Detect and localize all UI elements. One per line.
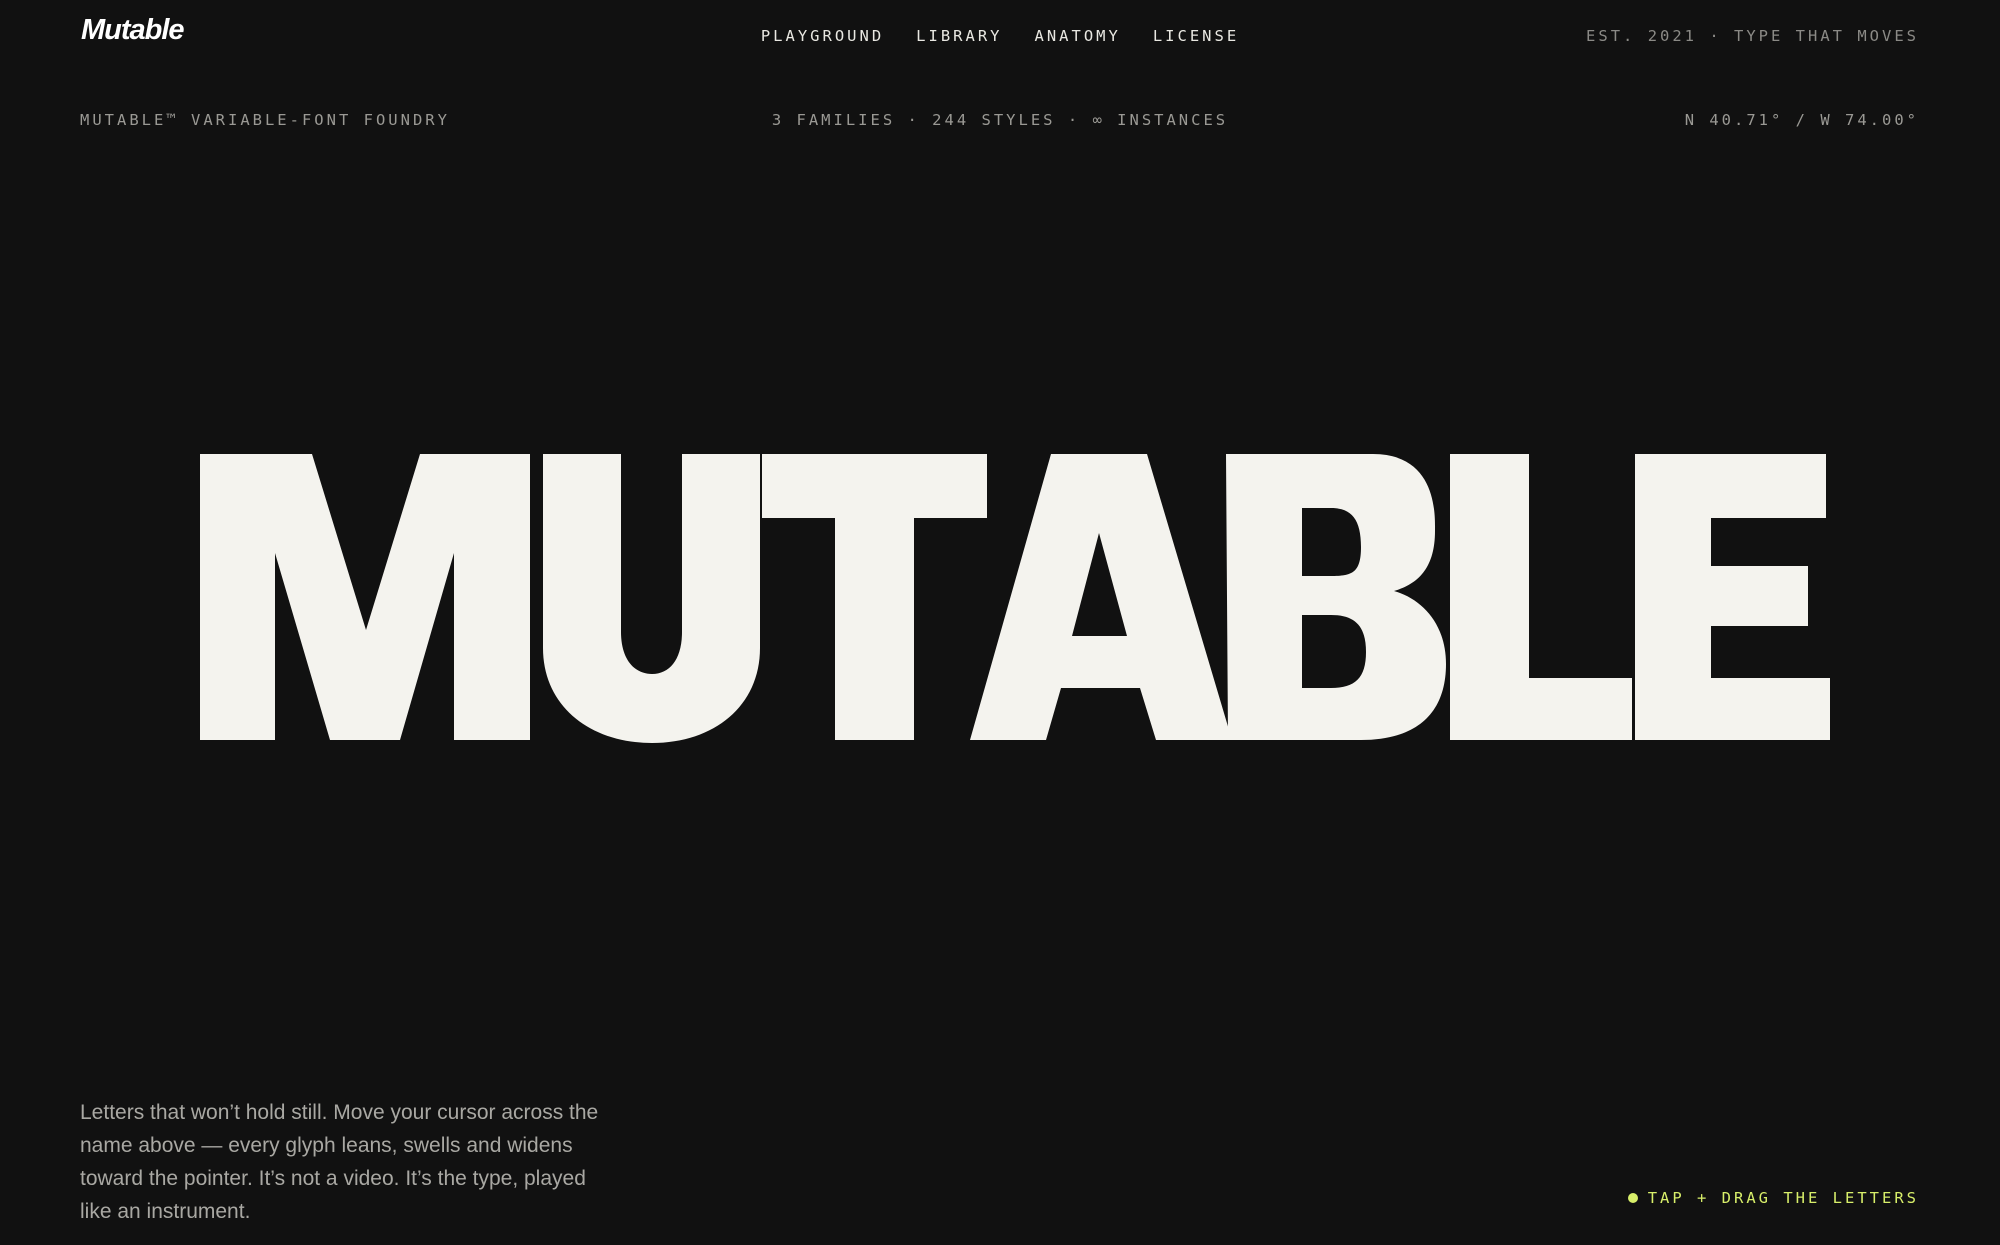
hero-letter-t[interactable] — [762, 454, 987, 740]
hero-letter-a[interactable] — [970, 454, 1232, 740]
hero-letter-e[interactable] — [1635, 454, 1830, 740]
interaction-hint: TAP + DRAG THE LETTERS — [1627, 1189, 1919, 1207]
hero-description: Letters that won’t hold still. Move your… — [80, 1101, 599, 1223]
nav-item-library[interactable]: LIBRARY — [916, 27, 1002, 45]
hero-letter-m[interactable] — [200, 454, 530, 740]
nav-item-playground[interactable]: PLAYGROUND — [761, 27, 884, 45]
hero-letter-l[interactable] — [1450, 454, 1632, 740]
interaction-hint-label: TAP + DRAG THE LETTERS — [1647, 1189, 1919, 1207]
header-tagline: EST. 2021 · TYPE THAT MOVES — [1586, 27, 1919, 45]
hero-wordmark[interactable] — [0, 452, 2000, 744]
status-dot-icon — [1627, 1193, 1638, 1203]
coordinates-readout: N 40.71° / W 74.00° — [1684, 111, 1919, 129]
nav-item-anatomy[interactable]: ANATOMY — [1035, 27, 1121, 45]
nav-item-license[interactable]: LICENSE — [1153, 27, 1239, 45]
hero-letter-u[interactable] — [543, 454, 760, 743]
hero-wordmark-svg[interactable] — [0, 452, 2000, 744]
hero-letter-b[interactable] — [1226, 454, 1446, 740]
